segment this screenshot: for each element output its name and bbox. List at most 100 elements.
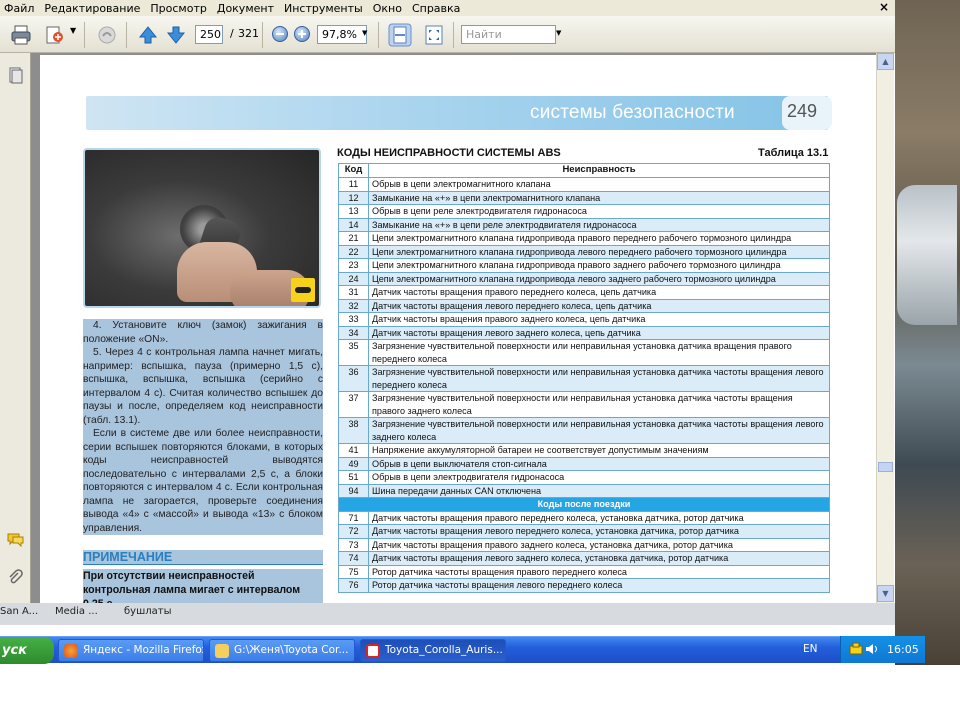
instruction-step-5: 5. Через 4 с контрольная лампа начнет ми…	[83, 346, 323, 427]
chevron-down-icon[interactable]: ▼	[362, 29, 367, 37]
toolbar-separator	[126, 22, 127, 48]
fault-description: Замыкание на «+» в цепи реле электродвиг…	[368, 217, 830, 232]
menu-document[interactable]: Документ	[213, 2, 278, 15]
fault-description: Загрязнение чувствительной поверхности и…	[368, 391, 830, 418]
task-firefox[interactable]: Яндекс - Mozilla Firefox	[58, 639, 204, 662]
folder-icon	[215, 644, 229, 658]
menu-tools[interactable]: Инструменты	[280, 2, 367, 15]
fault-description: Ротор датчика частоты вращения левого пе…	[368, 578, 830, 593]
fault-code: 41	[338, 443, 369, 458]
start-button[interactable]: уск	[0, 637, 54, 664]
table-row: 36 Загрязнение чувствительной поверхности…	[338, 365, 830, 392]
table-row: 37 Загрязнение чувствительной поверхности…	[338, 391, 830, 418]
task-pdf-reader[interactable]: Toyota_Corolla_Auris...	[360, 639, 506, 662]
desktop-icon-label[interactable]: Media ...	[55, 606, 98, 617]
toolbar: ▼ 250 / 321 97,8% ▼ Найти ▼	[0, 16, 895, 53]
fault-code: 13	[338, 204, 369, 219]
zoom-level-select[interactable]: 97,8%	[317, 25, 367, 44]
section-label: Коды после поездки	[338, 497, 830, 512]
table-row: 76 Ротор датчика частоты вращения левого …	[338, 578, 830, 593]
fault-description: Обрыв в цепи электродвигателя гидронасос…	[368, 470, 830, 485]
email-attach-icon[interactable]	[44, 24, 66, 46]
dropdown-arrow-icon[interactable]: ▼	[70, 26, 76, 35]
table-row: 38 Загрязнение чувствительной поверхности…	[338, 417, 830, 444]
fault-code: 14	[338, 217, 369, 232]
table-row: 73 Датчик частоты вращения правого заднег…	[338, 537, 830, 552]
menu-window[interactable]: Окно	[369, 2, 406, 15]
clock[interactable]: 16:05	[887, 643, 919, 656]
firefox-icon	[64, 644, 78, 658]
zoom-out-button[interactable]	[272, 26, 288, 42]
desktop-icon-label[interactable]: бушлаты	[124, 606, 171, 617]
menu-edit[interactable]: Редактирование	[40, 2, 144, 15]
attachments-paperclip-icon[interactable]	[7, 569, 24, 586]
fault-description: Цепи электромагнитного клапана гидроприв…	[368, 231, 830, 246]
toolbar-separator	[378, 22, 379, 48]
language-indicator[interactable]: EN	[803, 643, 818, 655]
pdf-icon	[366, 644, 380, 658]
desktop-icon-label[interactable]: San A...	[0, 606, 38, 617]
instruction-step-4: 4. Установите ключ (замок) зажигания в п…	[83, 319, 323, 346]
pages-icon[interactable]	[7, 67, 24, 84]
fault-code: 36	[338, 365, 369, 392]
table-row: 34 Датчик частоты вращения левого заднего…	[338, 325, 830, 340]
table-row: 74 Датчик частоты вращения левого заднего…	[338, 551, 830, 566]
desktop-labels-row: San A... Media ... бушлаты	[0, 603, 895, 625]
fault-description: Датчик частоты вращения правого заднего …	[368, 537, 830, 552]
close-document-button[interactable]: ×	[879, 0, 889, 14]
fault-description: Датчик частоты вращения левого переднего…	[368, 298, 830, 313]
page-total: 321	[238, 27, 259, 40]
search-placeholder: Найти	[466, 28, 502, 41]
fault-code: 75	[338, 564, 369, 579]
key-symbol-icon	[291, 278, 315, 302]
fit-width-icon[interactable]	[388, 23, 412, 47]
fault-description: Ротор датчика частоты вращения правого п…	[368, 564, 830, 579]
pdf-page: системы безопасности 249 4. Установите к…	[40, 55, 876, 603]
next-page-icon[interactable]	[165, 24, 187, 46]
fault-code: 34	[338, 325, 369, 340]
scrollbar-thumb[interactable]	[878, 462, 893, 472]
previous-page-icon[interactable]	[137, 24, 159, 46]
fault-code: 33	[338, 312, 369, 327]
table-row: 41 Напряжение аккумуляторной батареи не с…	[338, 443, 830, 458]
task-explorer-folder[interactable]: G:\Женя\Toyota Cor...	[209, 639, 355, 662]
scroll-down-arrow-icon[interactable]: ▼	[877, 585, 894, 602]
table-row: 21 Цепи электромагнитного клапана гидропр…	[338, 231, 830, 246]
page-number-input[interactable]: 250	[195, 25, 223, 44]
fault-description: Цепи электромагнитного клапана гидроприв…	[368, 244, 830, 259]
vertical-scrollbar[interactable]: ▲ ▼	[876, 53, 894, 603]
table-title: КОДЫ НЕИСПРАВНОСТИ СИСТЕМЫ ABS	[337, 147, 561, 159]
fault-code: 37	[338, 391, 369, 418]
section-row: Коды после поездки	[338, 497, 830, 512]
zoom-in-button[interactable]	[294, 26, 310, 42]
table-row: 23 Цепи электромагнитного клапана гидропр…	[338, 258, 830, 273]
fault-code: 76	[338, 578, 369, 593]
fault-description: Датчик частоты вращения правого заднего …	[368, 312, 830, 327]
comments-icon[interactable]	[7, 531, 24, 548]
document-view[interactable]: системы безопасности 249 4. Установите к…	[31, 53, 876, 603]
fault-code: 72	[338, 524, 369, 539]
fault-description: Загрязнение чувствительной поверхности и…	[368, 365, 830, 392]
fault-code: 94	[338, 483, 369, 498]
hand-tool-icon[interactable]	[96, 24, 118, 46]
search-options-chevron-icon[interactable]: ▼	[556, 29, 561, 37]
menu-help[interactable]: Справка	[408, 2, 464, 15]
fit-page-icon[interactable]	[423, 24, 445, 46]
task-label: G:\Женя\Toyota Cor...	[234, 644, 349, 656]
fault-code: 21	[338, 231, 369, 246]
instruction-text: 4. Установите ключ (замок) зажигания в п…	[83, 319, 323, 535]
table-row: 51 Обрыв в цепи электродвигателя гидронас…	[338, 470, 830, 485]
volume-icon[interactable]	[865, 642, 879, 656]
fault-code: 73	[338, 537, 369, 552]
table-row: 71 Датчик частоты вращения правого передн…	[338, 510, 830, 525]
table-row: 32 Датчик частоты вращения левого передне…	[338, 298, 830, 313]
menu-view[interactable]: Просмотр	[146, 2, 210, 15]
menu-file[interactable]: Файл	[0, 2, 38, 15]
print-icon[interactable]	[10, 24, 32, 46]
fault-code: 22	[338, 244, 369, 259]
scroll-up-arrow-icon[interactable]: ▲	[877, 53, 894, 70]
search-input[interactable]: Найти	[461, 25, 556, 44]
table-row: 33 Датчик частоты вращения правого заднег…	[338, 312, 830, 327]
network-icon[interactable]	[849, 642, 863, 656]
fault-description: Датчик частоты вращения левого заднего к…	[368, 551, 830, 566]
